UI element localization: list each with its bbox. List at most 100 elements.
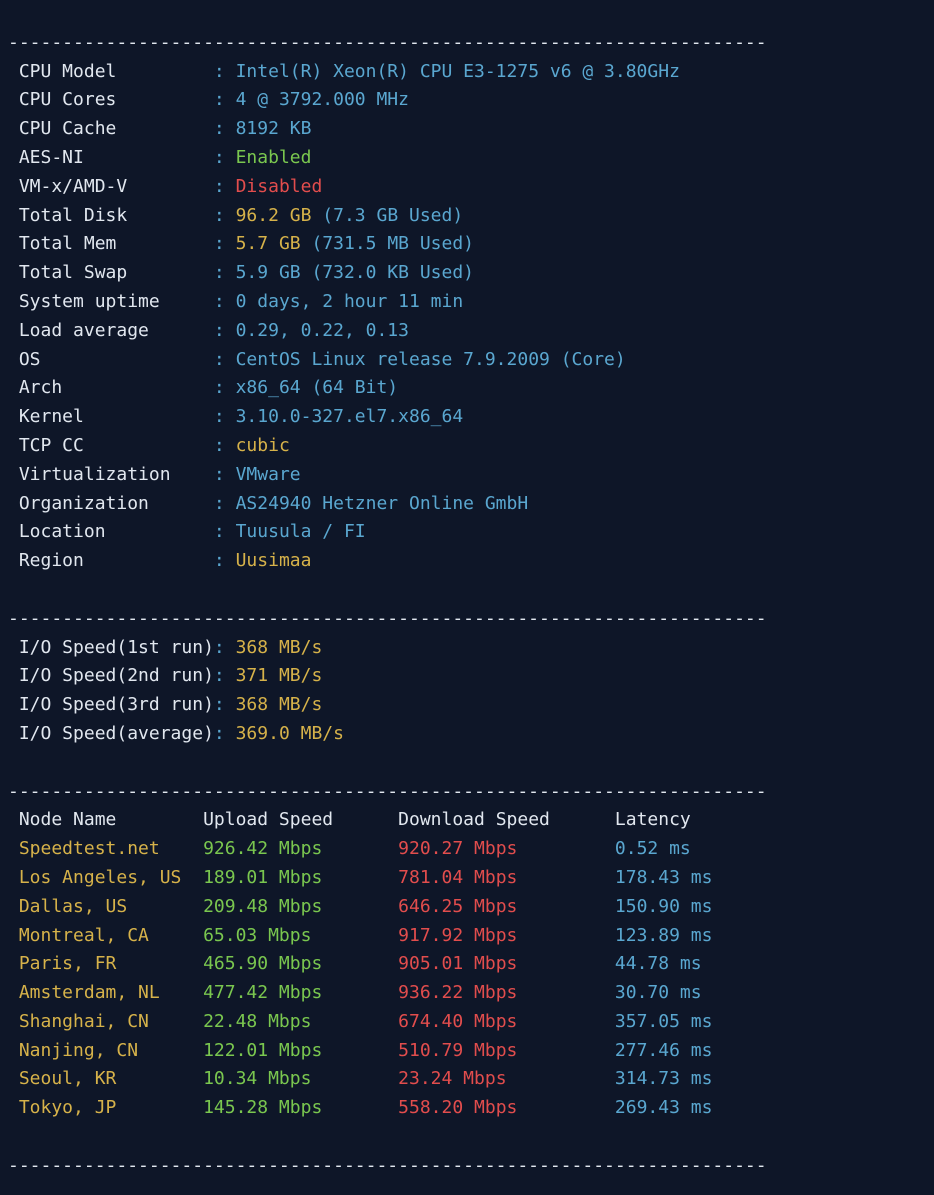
sysinfo-value-part: 96.2 — [236, 205, 290, 226]
speedtest-latency: 150.90 ms — [615, 896, 745, 917]
sysinfo-label: Virtualization — [8, 464, 214, 485]
speedtest-download: 917.92 Mbps — [398, 925, 615, 946]
colon-separator: : — [214, 61, 236, 82]
colon-separator: : — [214, 205, 236, 226]
speedtest-download: 781.04 Mbps — [398, 867, 615, 888]
speedtest-row: Dallas, US 209.48 Mbps 646.25 Mbps 150.9… — [8, 893, 926, 922]
sysinfo-row: OS : CentOS Linux release 7.9.2009 (Core… — [8, 346, 926, 375]
sysinfo-value-part: Uusimaa — [236, 550, 312, 571]
sysinfo-value-part: CentOS Linux release 7.9.2009 (Core) — [236, 349, 626, 370]
colon-separator: : — [214, 435, 236, 456]
colon-separator: : — [214, 349, 236, 370]
speedtest-row: Amsterdam, NL 477.42 Mbps 936.22 Mbps 30… — [8, 979, 926, 1008]
sysinfo-label: AES-NI — [8, 147, 214, 168]
iospeed-row: I/O Speed(average): 369.0 MB/s — [8, 720, 926, 749]
sysinfo-value-part: 8192 KB — [236, 118, 312, 139]
colon-separator: : — [214, 464, 236, 485]
sysinfo-row: CPU Cache : 8192 KB — [8, 115, 926, 144]
sysinfo-label: System uptime — [8, 291, 214, 312]
sysinfo-value-part: GB — [279, 233, 312, 254]
sysinfo-label: CPU Model — [8, 61, 214, 82]
speedtest-node: Shanghai, CN — [8, 1011, 203, 1032]
speedtest-node: Montreal, CA — [8, 925, 203, 946]
sysinfo-row: CPU Cores : 4 @ 3792.000 MHz — [8, 86, 926, 115]
sysinfo-label: Load average — [8, 320, 214, 341]
sysinfo-label: Arch — [8, 377, 214, 398]
sysinfo-value-part: (731.5 MB Used) — [311, 233, 474, 254]
speedtest-latency: 269.43 ms — [615, 1097, 745, 1118]
sysinfo-value-part: VMware — [236, 464, 301, 485]
divider-speedtest-top: ----------------------------------------… — [8, 781, 767, 802]
speedtest-block: Node Name Upload Speed Download Speed La… — [8, 806, 926, 1123]
colon-separator: : — [214, 118, 236, 139]
speedtest-row: Paris, FR 465.90 Mbps 905.01 Mbps 44.78 … — [8, 950, 926, 979]
sysinfo-label: Total Swap — [8, 262, 214, 283]
speedtest-upload: 189.01 Mbps — [203, 867, 398, 888]
speedtest-node: Los Angeles, US — [8, 867, 203, 888]
sysinfo-label: Organization — [8, 493, 214, 514]
speedtest-node: Dallas, US — [8, 896, 203, 917]
iospeed-value: 369.0 MB/s — [236, 723, 344, 744]
sysinfo-row: Load average : 0.29, 0.22, 0.13 — [8, 317, 926, 346]
sysinfo-row: Region : Uusimaa — [8, 547, 926, 576]
speedtest-latency: 44.78 ms — [615, 953, 745, 974]
colon-separator: : — [214, 723, 236, 744]
speedtest-node: Paris, FR — [8, 953, 203, 974]
sysinfo-value-part: Intel(R) Xeon(R) CPU E3-1275 v6 @ 3.80GH… — [236, 61, 680, 82]
colon-separator: : — [214, 320, 236, 341]
iospeed-label: I/O Speed(1st run) — [8, 637, 214, 658]
iospeed-value: 368 MB/s — [236, 694, 323, 715]
colon-separator: : — [214, 377, 236, 398]
speedtest-header-latency: Latency — [615, 809, 745, 830]
sysinfo-row: Arch : x86_64 (64 Bit) — [8, 374, 926, 403]
speedtest-latency: 277.46 ms — [615, 1040, 745, 1061]
colon-separator: : — [214, 550, 236, 571]
speedtest-download: 905.01 Mbps — [398, 953, 615, 974]
iospeed-label: I/O Speed(3rd run) — [8, 694, 214, 715]
speedtest-upload: 926.42 Mbps — [203, 838, 398, 859]
speedtest-node: Tokyo, JP — [8, 1097, 203, 1118]
speedtest-upload: 145.28 Mbps — [203, 1097, 398, 1118]
colon-separator: : — [214, 694, 236, 715]
sysinfo-label: OS — [8, 349, 214, 370]
colon-separator: : — [214, 637, 236, 658]
colon-separator: : — [214, 89, 236, 110]
speedtest-download: 510.79 Mbps — [398, 1040, 615, 1061]
sysinfo-row: Virtualization : VMware — [8, 461, 926, 490]
speedtest-download: 646.25 Mbps — [398, 896, 615, 917]
sysinfo-row: System uptime : 0 days, 2 hour 11 min — [8, 288, 926, 317]
sysinfo-row: AES-NI : Enabled — [8, 144, 926, 173]
speedtest-download: 674.40 Mbps — [398, 1011, 615, 1032]
speedtest-upload: 465.90 Mbps — [203, 953, 398, 974]
colon-separator: : — [214, 233, 236, 254]
speedtest-row: Los Angeles, US 189.01 Mbps 781.04 Mbps … — [8, 864, 926, 893]
sysinfo-value-part: 0 days, 2 hour 11 min — [236, 291, 464, 312]
speedtest-row: Montreal, CA 65.03 Mbps 917.92 Mbps 123.… — [8, 922, 926, 951]
speedtest-download: 936.22 Mbps — [398, 982, 615, 1003]
divider-top: ----------------------------------------… — [8, 32, 767, 53]
speedtest-download: 920.27 Mbps — [398, 838, 615, 859]
speedtest-header-upload: Upload Speed — [203, 809, 398, 830]
divider-speedtest-bottom: ----------------------------------------… — [8, 1155, 767, 1176]
sysinfo-value-part: GB — [290, 205, 323, 226]
sysinfo-value-part: Tuusula / FI — [236, 521, 366, 542]
colon-separator: : — [214, 291, 236, 312]
speedtest-download: 558.20 Mbps — [398, 1097, 615, 1118]
sysinfo-row: Organization : AS24940 Hetzner Online Gm… — [8, 490, 926, 519]
sysinfo-value-part: x86_64 (64 Bit) — [236, 377, 399, 398]
iospeed-label: I/O Speed(average) — [8, 723, 214, 744]
speedtest-upload: 65.03 Mbps — [203, 925, 398, 946]
sysinfo-label: VM-x/AMD-V — [8, 176, 214, 197]
speedtest-row: Shanghai, CN 22.48 Mbps 674.40 Mbps 357.… — [8, 1008, 926, 1037]
speedtest-latency: 123.89 ms — [615, 925, 745, 946]
sysinfo-row: Location : Tuusula / FI — [8, 518, 926, 547]
sysinfo-row: TCP CC : cubic — [8, 432, 926, 461]
iospeed-value: 371 MB/s — [236, 665, 323, 686]
sysinfo-value-part: 5.7 — [236, 233, 279, 254]
sysinfo-row: CPU Model : Intel(R) Xeon(R) CPU E3-1275… — [8, 58, 926, 87]
sysinfo-row: Total Mem : 5.7 GB (731.5 MB Used) — [8, 230, 926, 259]
sysinfo-row: Kernel : 3.10.0-327.el7.x86_64 — [8, 403, 926, 432]
sysinfo-label: Total Mem — [8, 233, 214, 254]
sysinfo-label: Kernel — [8, 406, 214, 427]
iospeed-row: I/O Speed(3rd run): 368 MB/s — [8, 691, 926, 720]
